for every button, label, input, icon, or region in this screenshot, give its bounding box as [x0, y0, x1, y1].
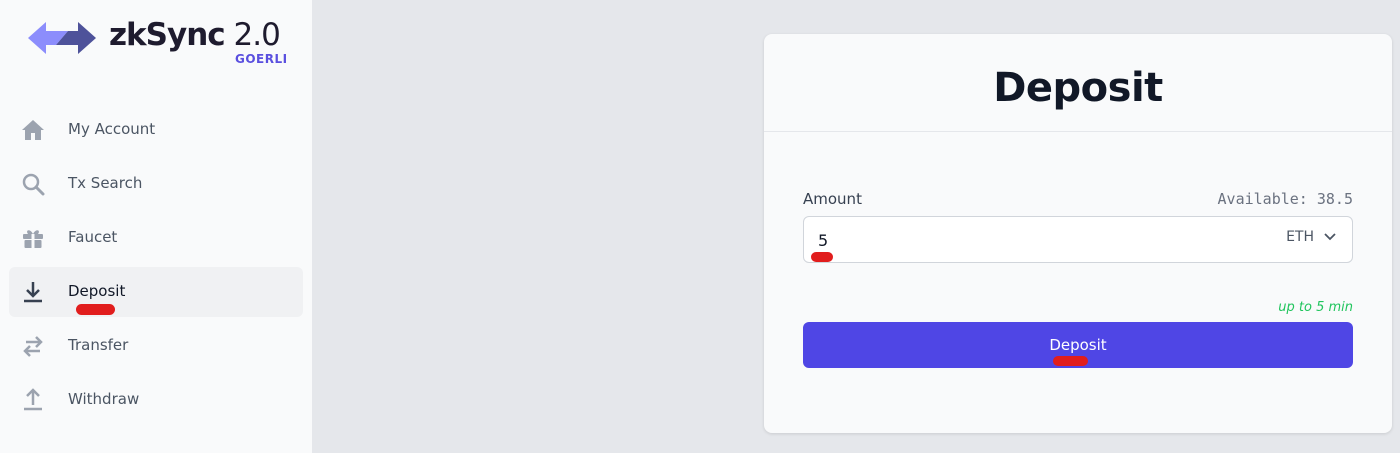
search-icon: [22, 173, 45, 196]
upload-icon: [24, 388, 42, 411]
sidebar-item-tx-search[interactable]: Tx Search: [9, 159, 303, 209]
sidebar-item-label: Deposit: [68, 282, 126, 300]
annotation-mark: [811, 252, 833, 262]
home-icon: [22, 120, 44, 140]
available-balance: Available: 38.5: [1217, 190, 1353, 208]
network-badge: GOERLI: [235, 52, 288, 66]
sidebar-item-label: Tx Search: [68, 174, 143, 192]
sidebar-item-withdraw[interactable]: Withdraw: [9, 375, 303, 425]
amount-field: ETH: [803, 216, 1353, 263]
sidebar-item-faucet[interactable]: Faucet: [9, 213, 303, 263]
annotation-mark: [1053, 356, 1088, 366]
gift-icon: [23, 230, 43, 248]
transfer-icon: [23, 336, 43, 357]
sidebar-item-label: My Account: [68, 120, 156, 138]
sidebar-item-label: Transfer: [68, 336, 129, 354]
chevron-down-icon: [1324, 233, 1336, 241]
zksync-logo-icon: [28, 22, 96, 54]
deposit-card: Deposit Amount Available: 38.5 ETH up to…: [764, 34, 1392, 433]
sidebar-nav: My Account Tx Search Faucet Deposit Tran…: [9, 105, 303, 429]
logo-version: 2.0: [233, 17, 281, 53]
token-select[interactable]: ETH: [1286, 229, 1338, 245]
page-title: Deposit: [993, 64, 1163, 111]
sidebar-item-deposit[interactable]: Deposit: [9, 267, 303, 317]
sidebar-item-label: Withdraw: [68, 390, 140, 408]
token-label: ETH: [1286, 229, 1314, 245]
sidebar-item-label: Faucet: [68, 228, 118, 246]
annotation-mark: [76, 304, 115, 315]
sidebar-item-transfer[interactable]: Transfer: [9, 321, 303, 371]
eta-text: up to 5 min: [1278, 300, 1353, 315]
sidebar-item-my-account[interactable]: My Account: [9, 105, 303, 155]
amount-label: Amount: [803, 190, 862, 208]
logo-wordmark: zkSync 2.0: [109, 17, 281, 53]
deposit-button-label: Deposit: [1049, 336, 1107, 354]
sidebar: zkSync 2.0 GOERLI My Account Tx Search F…: [0, 0, 312, 453]
card-header: Deposit: [764, 34, 1392, 132]
amount-input[interactable]: [818, 228, 1218, 252]
app-logo[interactable]: zkSync 2.0 GOERLI: [28, 14, 288, 74]
logo-brand: zkSync: [109, 17, 226, 53]
download-icon: [24, 282, 42, 303]
